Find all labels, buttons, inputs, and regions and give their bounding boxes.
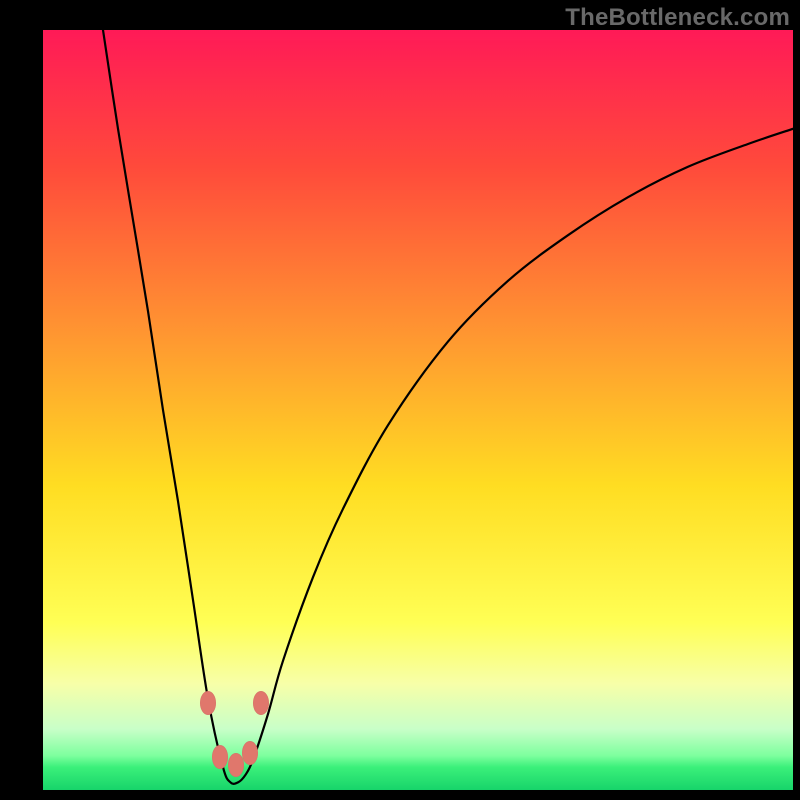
watermark-text: TheBottleneck.com — [565, 4, 790, 32]
chart-stage: TheBottleneck.com — [0, 0, 800, 800]
data-marker — [200, 691, 216, 715]
data-markers — [43, 30, 793, 790]
data-marker — [253, 691, 269, 715]
data-marker — [228, 753, 244, 777]
data-marker — [212, 745, 228, 769]
plot-area — [43, 30, 793, 790]
data-marker — [242, 741, 258, 765]
